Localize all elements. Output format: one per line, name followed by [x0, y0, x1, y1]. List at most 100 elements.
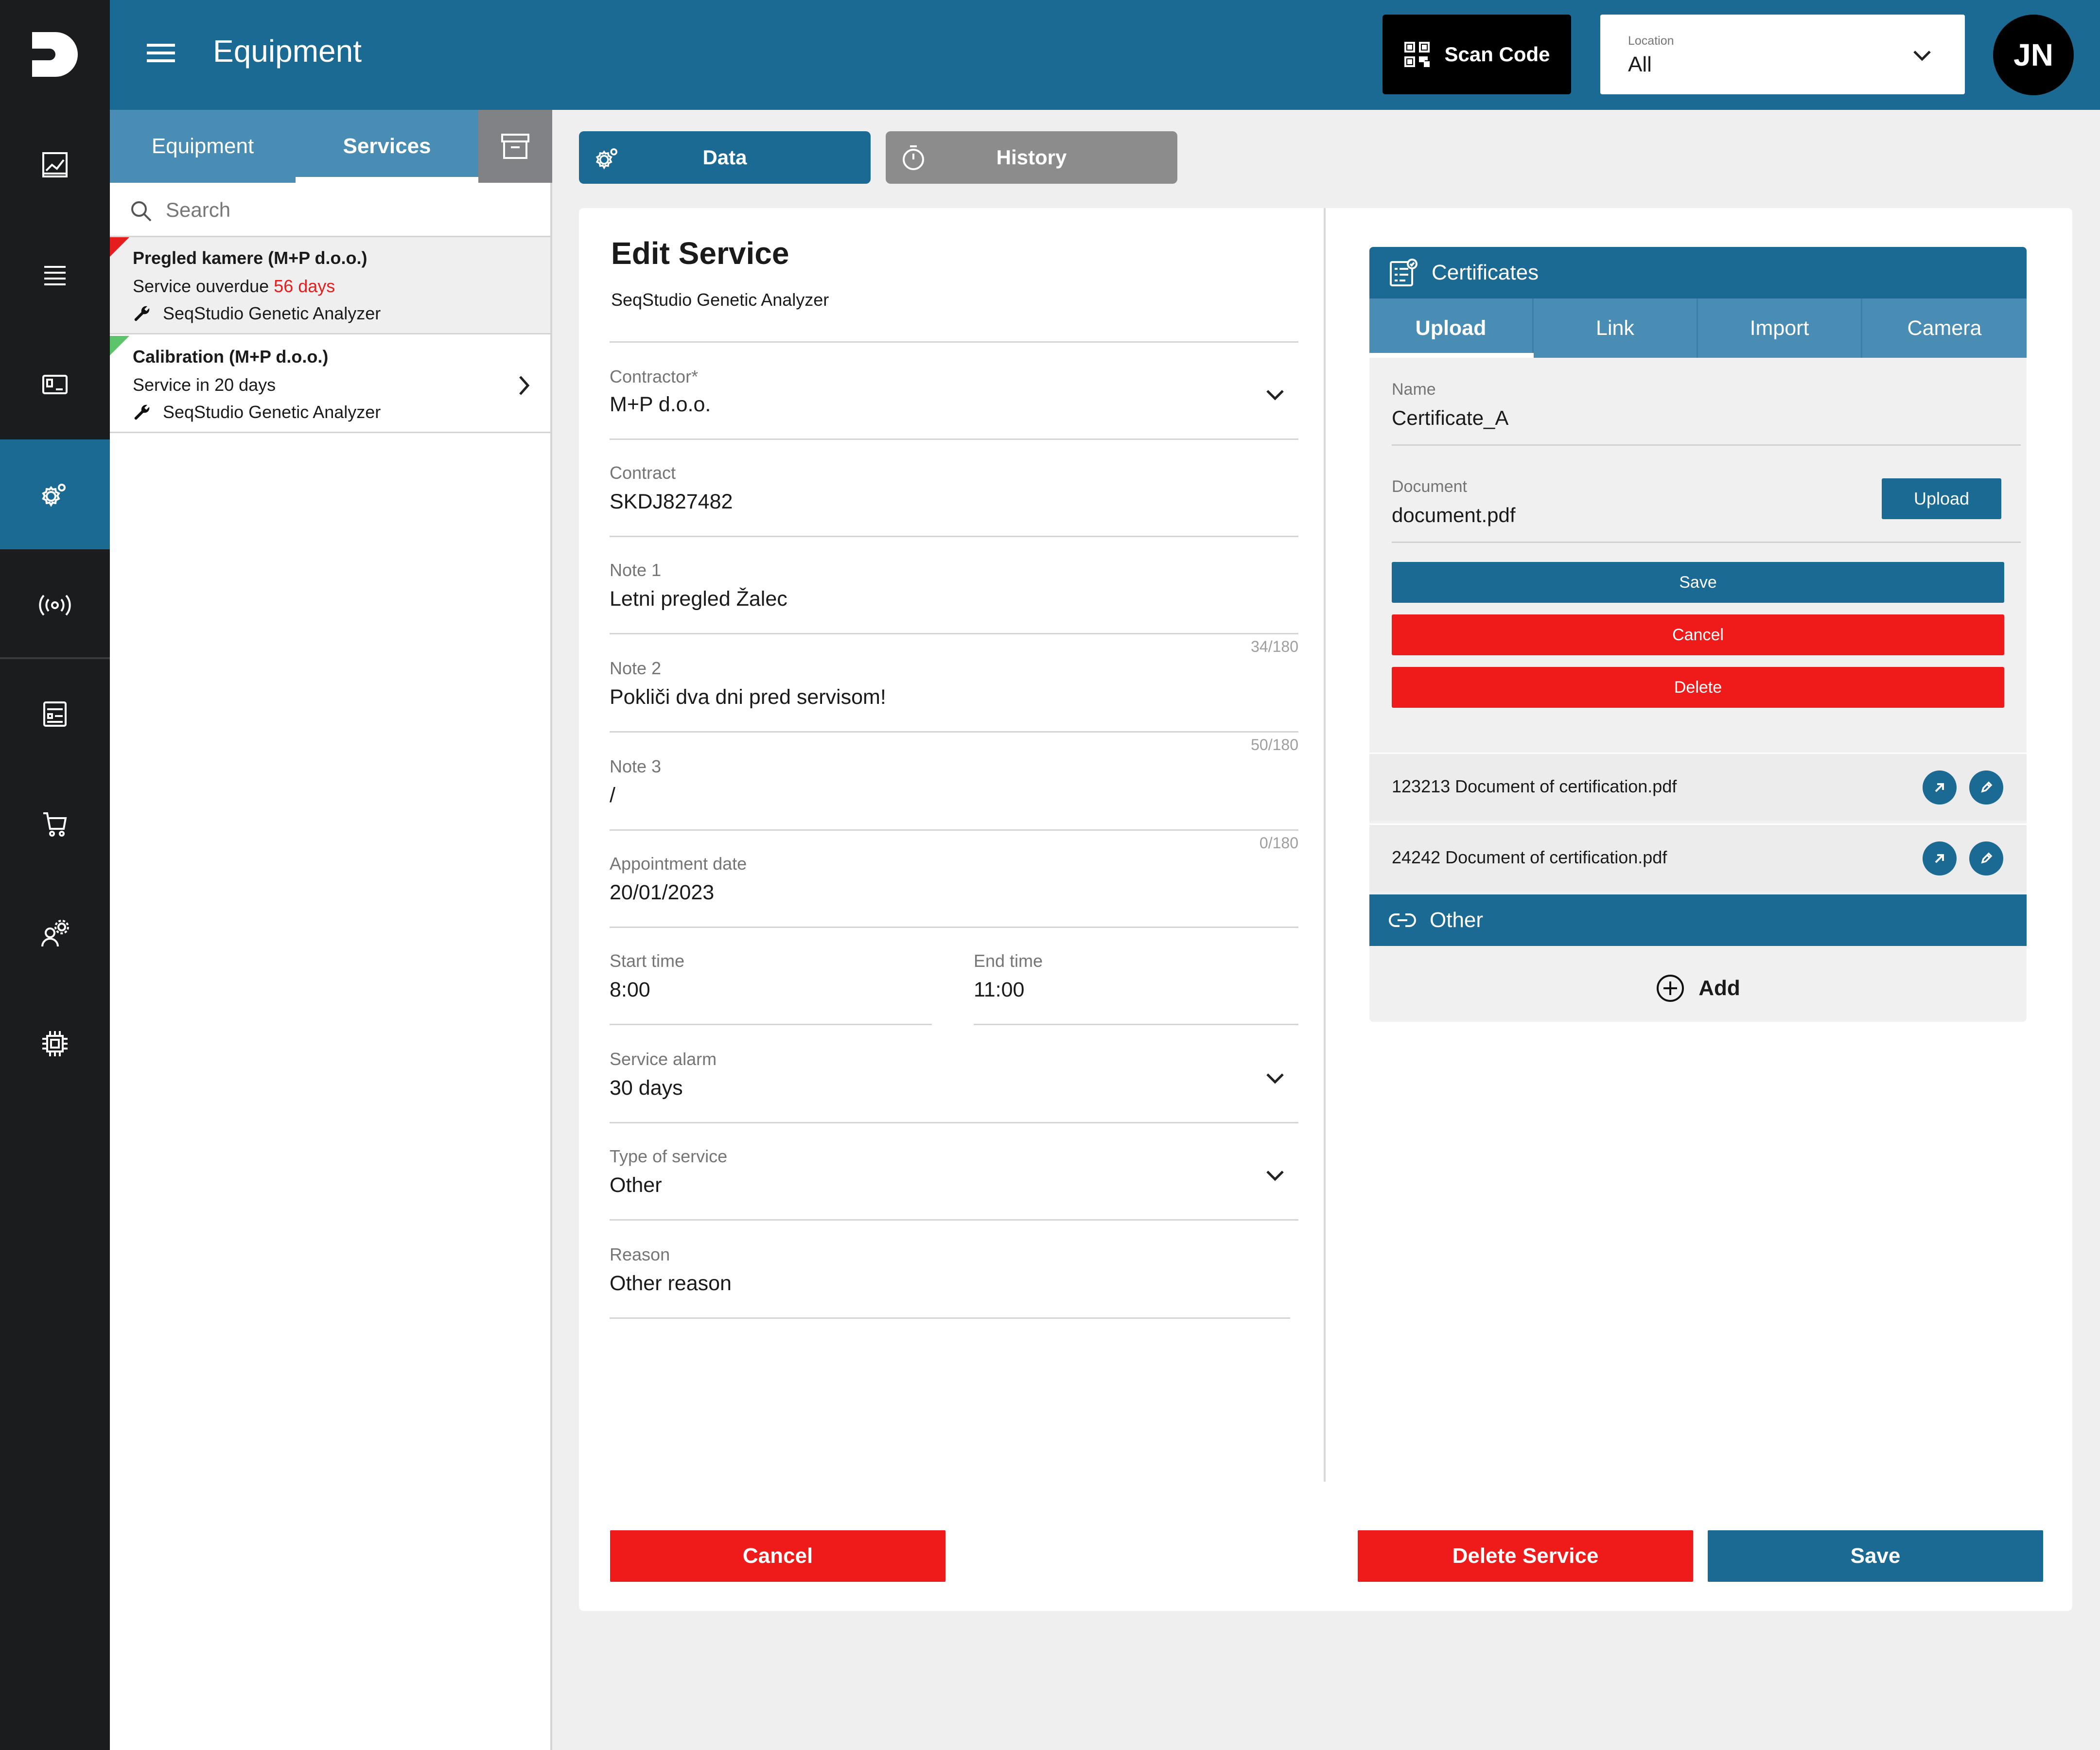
service-status: Service in 20 days [133, 375, 276, 395]
contract-label: Contract [610, 463, 676, 483]
page-title: Equipment [213, 34, 362, 69]
field-underline [610, 731, 1298, 733]
rail-integrations[interactable] [0, 989, 110, 1099]
document-label: Document [1392, 477, 1467, 496]
name-value: Certificate_A [1392, 406, 1509, 429]
document-name: 24242 Document of certification.pdf [1392, 847, 1667, 867]
contract-value: SKDJ827482 [610, 490, 733, 513]
open-document-button[interactable] [1923, 770, 1957, 805]
edit-document-button[interactable] [1969, 770, 2003, 805]
start-time-label: Start time [610, 951, 685, 971]
menu-button[interactable] [146, 41, 176, 65]
certificates-title: Certificates [1432, 261, 1539, 284]
link-icon [1389, 913, 1416, 927]
nav-rail [0, 0, 110, 1750]
archive-button[interactable] [478, 110, 552, 183]
save-button[interactable]: Save [1708, 1530, 2043, 1582]
alarm-value: 30 days [610, 1076, 683, 1100]
rail-users[interactable] [0, 879, 110, 989]
chevron-down-icon [1266, 390, 1284, 401]
cancel-button[interactable]: Cancel [610, 1530, 945, 1582]
location-select[interactable]: Location All [1600, 15, 1965, 94]
add-label: Add [1698, 976, 1740, 1000]
tab-history[interactable]: History [886, 131, 1177, 184]
edit-service-card: Edit Service SeqStudio Genetic Analyzer … [579, 208, 2072, 1611]
delete-service-button[interactable]: Delete Service [1358, 1530, 1693, 1582]
tab-history-label: History [996, 146, 1067, 169]
field-underline [610, 633, 1298, 634]
form-subtitle: SeqStudio Genetic Analyzer [611, 290, 829, 310]
archive-icon [501, 134, 529, 159]
certificates-header: Certificates [1369, 247, 2027, 298]
arrow-up-right-icon [1935, 783, 1944, 792]
tab-camera[interactable]: Camera [1862, 298, 2027, 358]
document-name: 123213 Document of certification.pdf [1392, 776, 1677, 796]
app-logo[interactable] [0, 0, 110, 110]
wrench-icon [134, 306, 150, 321]
rail-sensors[interactable] [0, 549, 110, 659]
note3-counter: 0/180 [1259, 834, 1298, 852]
chip-icon [42, 1031, 68, 1056]
rail-devices[interactable] [0, 330, 110, 439]
active-tab-indicator [296, 177, 478, 183]
service-device: SeqStudio Genetic Analyzer [133, 402, 381, 422]
certificate-save-button[interactable]: Save [1392, 562, 2004, 603]
alarm-label: Service alarm [610, 1049, 717, 1069]
signal-icon [39, 595, 71, 616]
add-button[interactable]: Add [1369, 955, 2027, 1022]
chevron-down-icon [1266, 1073, 1284, 1084]
edit-document-button[interactable] [1969, 841, 2003, 875]
tab-data[interactable]: Data [579, 131, 871, 184]
list-item[interactable]: Calibration (M+P d.o.o.) Service in 20 d… [110, 336, 550, 433]
form-title: Edit Service [611, 236, 789, 271]
tab-equipment[interactable]: Equipment [110, 110, 296, 183]
device-icon [42, 375, 68, 394]
document-value: document.pdf [1392, 504, 1516, 526]
tab-upload[interactable]: Upload [1369, 298, 1534, 358]
user-avatar[interactable]: JN [1993, 15, 2074, 95]
rail-reports[interactable] [0, 659, 110, 769]
overdue-marker [110, 237, 129, 257]
pencil-icon [1981, 852, 1993, 864]
note2-counter: 50/180 [1251, 736, 1298, 753]
rail-dashboard[interactable] [0, 110, 110, 220]
gears-icon [42, 484, 66, 507]
tab-services[interactable]: Services [296, 110, 478, 183]
scan-code-label: Scan Code [1444, 43, 1550, 66]
service-title: Pregled kamere (M+P d.o.o.) [133, 248, 368, 268]
appointment-label: Appointment date [610, 854, 747, 874]
tab-import[interactable]: Import [1698, 298, 1862, 358]
rail-shop[interactable] [0, 769, 110, 879]
cart-icon [43, 812, 67, 837]
tab-link[interactable]: Link [1534, 298, 1698, 358]
search-icon [131, 201, 152, 222]
reason-label: Reason [610, 1244, 670, 1264]
search-input[interactable] [166, 194, 506, 226]
certificate-cancel-button[interactable]: Cancel [1392, 614, 2004, 655]
field-underline [610, 1219, 1298, 1221]
divider [610, 341, 1298, 343]
document-row: 24242 Document of certification.pdf [1369, 823, 2027, 892]
list-icon [44, 266, 66, 285]
field-underline [1392, 444, 2021, 446]
list-item[interactable]: Pregled kamere (M+P d.o.o.) Service ouve… [110, 237, 550, 334]
scan-code-button[interactable]: Scan Code [1382, 15, 1571, 94]
overdue-days: 56 days [274, 276, 335, 296]
upload-button[interactable]: Upload [1882, 478, 2001, 519]
start-time-value: 8:00 [610, 978, 650, 1001]
search-bar [110, 183, 552, 237]
note1-label: Note 1 [610, 560, 662, 580]
note3-value: / [610, 784, 615, 807]
tab-data-label: Data [702, 146, 747, 169]
rail-list[interactable] [0, 220, 110, 330]
type-value: Other [610, 1173, 662, 1197]
qr-code-icon [1404, 42, 1430, 67]
rail-services[interactable] [0, 439, 110, 549]
field-underline [610, 438, 1298, 440]
open-document-button[interactable] [1923, 841, 1957, 875]
field-underline [610, 1024, 932, 1025]
field-underline [1392, 542, 2021, 543]
certificate-delete-button[interactable]: Delete [1392, 667, 2004, 708]
list-tabs: Equipment Services [110, 110, 552, 183]
note2-value: Pokliči dva dni pred servisom! [610, 685, 886, 709]
